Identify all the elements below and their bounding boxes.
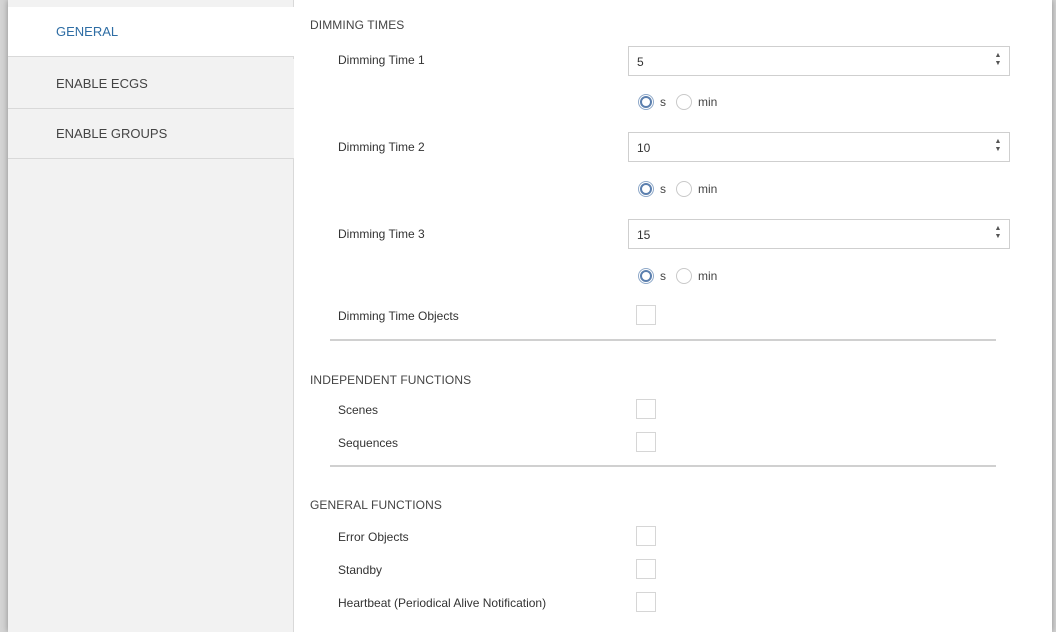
unit-min-radio[interactable] xyxy=(676,94,692,110)
spin-up-down-icon[interactable]: ▲ ▼ xyxy=(993,52,1003,70)
dimming-time-2-input[interactable]: 10 ▲ ▼ xyxy=(628,132,1010,162)
scenes-label: Scenes xyxy=(338,403,379,417)
unit-min-radio[interactable] xyxy=(676,181,692,197)
dimming-time-objects-checkbox[interactable] xyxy=(636,305,656,325)
section-divider xyxy=(330,339,996,341)
error-objects-label: Error Objects xyxy=(338,530,409,544)
dimming-time-1-label: Dimming Time 1 xyxy=(338,53,425,67)
dimming-time-2-value: 10 xyxy=(637,141,651,155)
dimming-time-objects-label: Dimming Time Objects xyxy=(338,309,459,323)
standby-checkbox[interactable] xyxy=(636,559,656,579)
unit-s-label: s xyxy=(660,182,666,196)
dimming-time-3-value: 15 xyxy=(637,228,651,242)
dimming-time-1-input[interactable]: 5 ▲ ▼ xyxy=(628,46,1010,76)
unit-min-label: min xyxy=(698,182,718,196)
unit-s-radio[interactable] xyxy=(638,94,654,110)
independent-functions-title: INDEPENDENT FUNCTIONS xyxy=(310,373,472,387)
unit-s-label: s xyxy=(660,95,666,109)
dimming-time-3-unit: s min xyxy=(638,266,727,286)
unit-min-radio[interactable] xyxy=(676,268,692,284)
heartbeat-label: Heartbeat (Periodical Alive Notification… xyxy=(338,596,547,610)
standby-label: Standby xyxy=(338,563,383,577)
error-objects-checkbox[interactable] xyxy=(636,526,656,546)
section-divider xyxy=(330,465,996,467)
spin-up-down-icon[interactable]: ▲ ▼ xyxy=(993,138,1003,156)
dimming-time-1-value: 5 xyxy=(637,55,644,69)
sidebar: GENERAL ENABLE ECGS ENABLE GROUPS xyxy=(8,0,294,632)
sidebar-item-enable-ecgs[interactable]: ENABLE ECGS xyxy=(8,59,294,109)
general-functions-title: GENERAL FUNCTIONS xyxy=(310,498,442,512)
scenes-checkbox[interactable] xyxy=(636,399,656,419)
dimming-time-2-label: Dimming Time 2 xyxy=(338,140,425,154)
spin-up-down-icon[interactable]: ▲ ▼ xyxy=(993,225,1003,243)
dimming-times-title: DIMMING TIMES xyxy=(310,18,405,32)
sidebar-item-enable-groups[interactable]: ENABLE GROUPS xyxy=(8,109,294,159)
unit-min-label: min xyxy=(698,95,718,109)
unit-min-label: min xyxy=(698,269,718,283)
unit-s-radio[interactable] xyxy=(638,268,654,284)
dimming-time-3-input[interactable]: 15 ▲ ▼ xyxy=(628,219,1010,249)
unit-s-label: s xyxy=(660,269,666,283)
unit-s-radio[interactable] xyxy=(638,181,654,197)
sidebar-item-general[interactable]: GENERAL xyxy=(8,7,294,57)
dimming-time-3-label: Dimming Time 3 xyxy=(338,227,425,241)
dimming-time-1-unit: s min xyxy=(638,92,727,112)
dimming-time-2-unit: s min xyxy=(638,179,727,199)
sequences-checkbox[interactable] xyxy=(636,432,656,452)
sequences-label: Sequences xyxy=(338,436,399,450)
parameter-window: GENERAL ENABLE ECGS ENABLE GROUPS DIMMIN… xyxy=(8,0,1052,632)
heartbeat-checkbox[interactable] xyxy=(636,592,656,612)
